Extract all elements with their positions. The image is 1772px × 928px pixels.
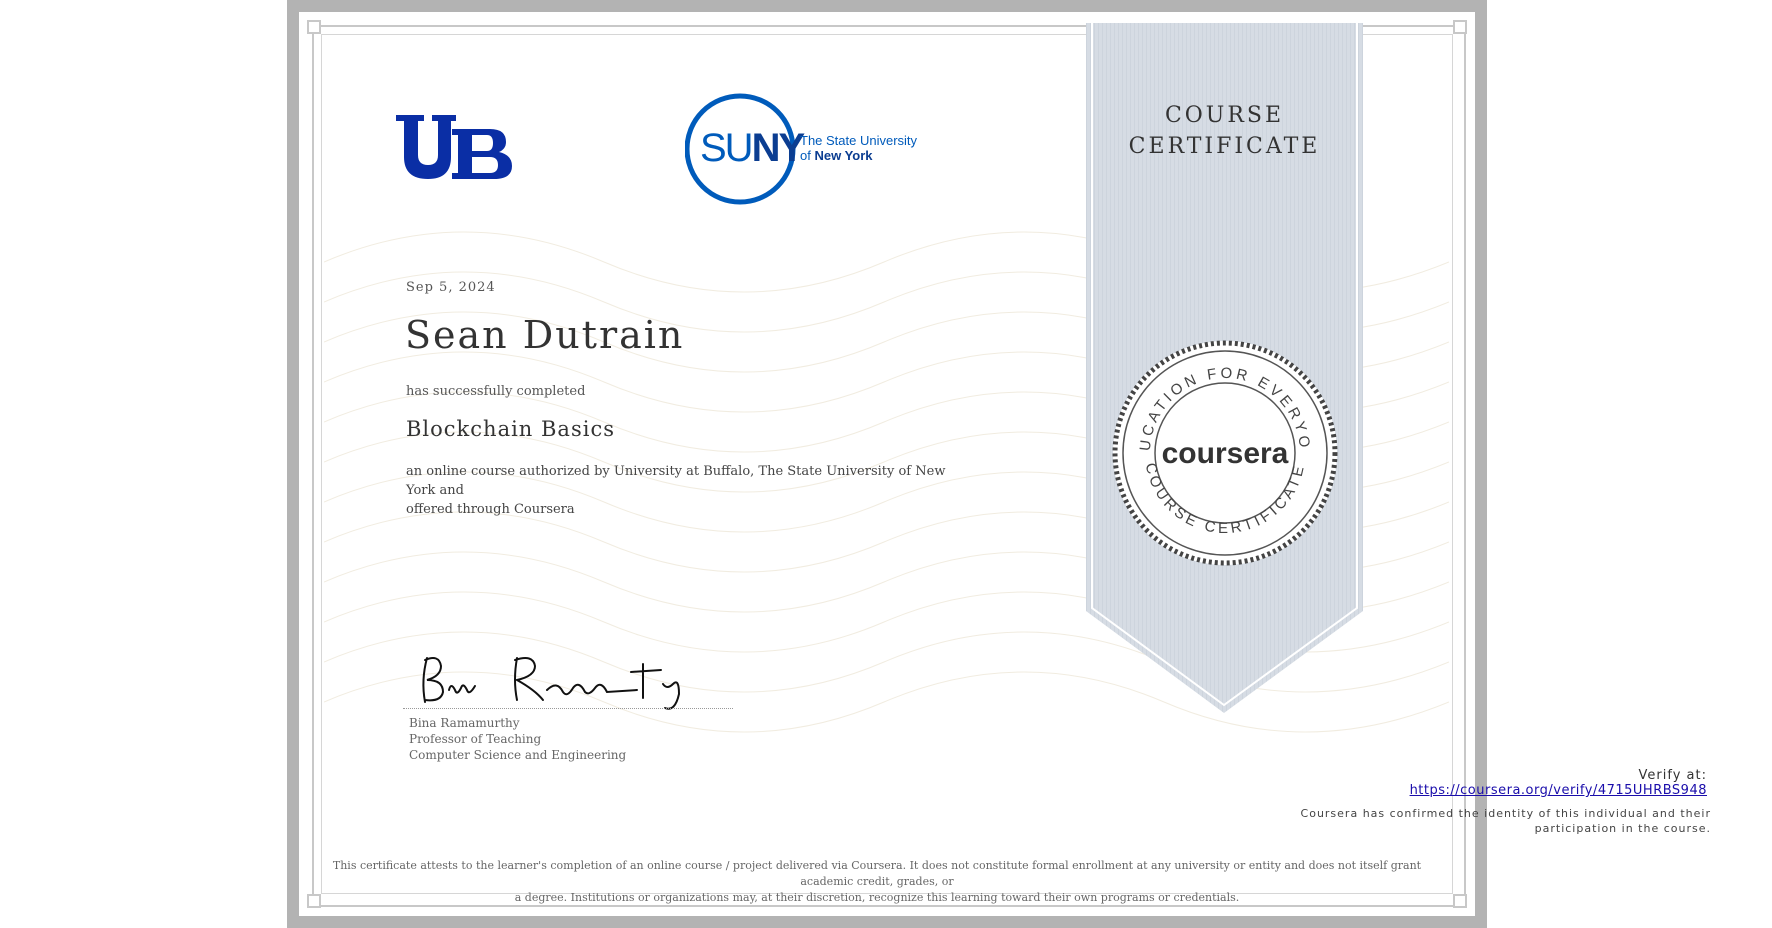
- seal-brand-text: coursera: [1162, 437, 1289, 470]
- corner-ornament: [307, 20, 321, 34]
- signature-image: [422, 657, 681, 710]
- ub-logo: [396, 115, 512, 179]
- course-title: Blockchain Basics: [406, 417, 615, 441]
- disclaimer-line2: a degree. Institutions or organizations …: [514, 891, 1240, 904]
- ribbon-title-line2: CERTIFICATE: [1128, 134, 1321, 159]
- course-description: an online course authorized by Universit…: [406, 462, 946, 519]
- certificate-frame: SUNY The State University of New York CO…: [287, 0, 1710, 928]
- identity-confirmation: Coursera has confirmed the identity of t…: [1287, 806, 1711, 836]
- signer-department: Computer Science and Engineering: [409, 748, 627, 762]
- disclaimer-line1: This certificate attests to the learner'…: [332, 859, 1422, 888]
- suny-letters-ny: NY: [751, 126, 806, 170]
- description-line2: offered through Coursera: [406, 502, 575, 517]
- signer-title: Professor of Teaching: [409, 732, 542, 746]
- ribbon-title: COURSE CERTIFICATE: [1086, 100, 1363, 162]
- recipient-name: Sean Dutrain: [405, 313, 685, 357]
- suny-letters-su: SU: [700, 126, 754, 170]
- disclaimer: This certificate attests to the learner'…: [332, 858, 1422, 906]
- verify-link[interactable]: https://coursera.org/verify/4715UHRBS948: [1287, 783, 1707, 798]
- signature-line: [403, 708, 733, 710]
- corner-ornament: [1453, 20, 1467, 34]
- confirmation-line2: participation in the course.: [1534, 822, 1711, 835]
- signer-name: Bina Ramamurthy: [409, 716, 520, 730]
- confirmation-line1: Coursera has confirmed the identity of t…: [1300, 807, 1711, 820]
- suny-tagline-bold: New York: [814, 148, 873, 163]
- completion-date: Sep 5, 2024: [406, 280, 496, 295]
- corner-ornament: [307, 894, 321, 908]
- suny-tagline-1: The State University: [800, 133, 918, 148]
- suny-logo: SUNY The State University of New York: [684, 90, 918, 212]
- corner-ornament: [1453, 894, 1467, 908]
- coursera-seal: EDUCATION FOR EVERYONE COURSE CERTIFICAT…: [1107, 335, 1338, 566]
- verify-label: Verify at:: [1638, 768, 1707, 783]
- suny-tagline-prefix: of: [800, 148, 815, 163]
- description-line1: an online course authorized by Universit…: [406, 464, 946, 498]
- signer-block: Bina Ramamurthy Professor of Teaching Co…: [409, 715, 626, 763]
- completed-text: has successfully completed: [406, 384, 586, 399]
- ribbon-title-line1: COURSE: [1164, 103, 1285, 128]
